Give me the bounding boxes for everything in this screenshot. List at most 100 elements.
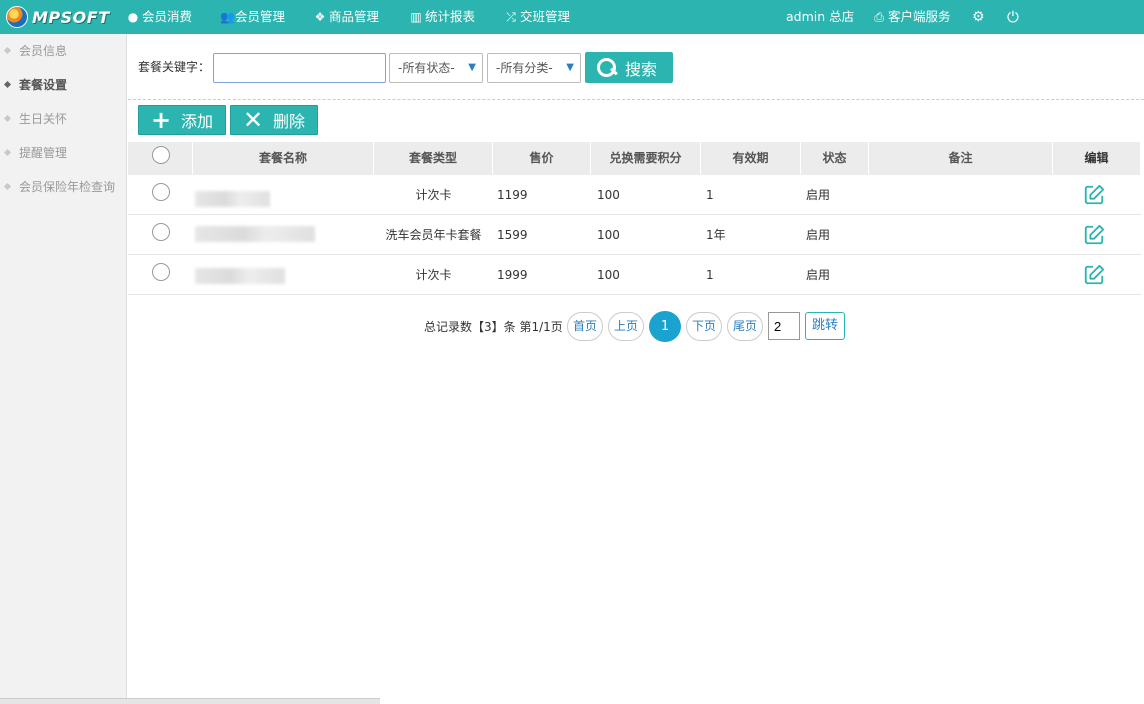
sidebar-item-birthday-care[interactable]: 生日关怀 bbox=[0, 109, 127, 129]
status-select-value: -所有状态- bbox=[398, 61, 455, 75]
gear-icon[interactable]: ⚙ bbox=[972, 0, 985, 34]
column-header-type[interactable]: 套餐类型 bbox=[374, 142, 493, 175]
page-jump-input[interactable] bbox=[768, 312, 800, 340]
logo-globe-icon bbox=[6, 6, 28, 28]
sidebar-item-package-settings[interactable]: 套餐设置 bbox=[0, 75, 127, 95]
column-header-edit: 编辑 bbox=[1053, 142, 1141, 175]
delete-button-label: 删除 bbox=[273, 112, 306, 131]
category-select[interactable]: -所有分类- ▼ bbox=[487, 53, 581, 83]
column-header-note[interactable]: 备注 bbox=[869, 142, 1053, 175]
sidebar-item-label: 套餐设置 bbox=[19, 78, 68, 92]
edit-icon[interactable] bbox=[1083, 264, 1105, 286]
sidebar-item-label: 会员保险年检查询 bbox=[19, 180, 116, 194]
divider bbox=[128, 99, 1144, 100]
status-cell: 启用 bbox=[806, 268, 831, 282]
logo-text: MPSOFT bbox=[32, 7, 110, 27]
category-select-value: -所有分类- bbox=[496, 61, 553, 75]
validity-cell: 1年 bbox=[706, 228, 726, 242]
printer-icon: ⎙ bbox=[874, 10, 884, 24]
nav-admin-store[interactable]: admin 总店 bbox=[786, 0, 854, 34]
bar-chart-icon: ▥ bbox=[410, 10, 422, 24]
column-header-price[interactable]: 售价 bbox=[493, 142, 591, 175]
diamond-bullet-icon bbox=[3, 46, 12, 55]
nav-label: 会员消费 bbox=[142, 9, 193, 24]
page-jump-button[interactable]: 跳转 bbox=[805, 312, 845, 340]
select-all-cell bbox=[128, 142, 193, 175]
nav-label: 会员管理 bbox=[235, 9, 286, 24]
top-navigation-bar: MPSOFT ● 会员消费 👥 会员管理 ❖ 商品管理 ▥ 统计报表 ⤮ 交班管… bbox=[0, 0, 1144, 34]
prev-page-button[interactable]: 上页 bbox=[608, 312, 644, 341]
search-keyword-label: 套餐关键字： bbox=[138, 60, 211, 74]
status-select[interactable]: -所有状态- ▼ bbox=[389, 53, 483, 83]
column-header-status[interactable]: 状态 bbox=[801, 142, 869, 175]
plus-icon: + bbox=[150, 106, 172, 134]
nav-shift-management[interactable]: ⤮ 交班管理 bbox=[505, 0, 570, 34]
edit-icon[interactable] bbox=[1083, 184, 1105, 206]
select-all-radio[interactable] bbox=[152, 146, 170, 164]
blurred-package-name bbox=[195, 226, 315, 242]
sidebar-item-label: 生日关怀 bbox=[19, 112, 68, 126]
price-cell: 1999 bbox=[497, 268, 528, 282]
first-page-button[interactable]: 首页 bbox=[567, 312, 603, 341]
search-button-label: 搜索 bbox=[625, 59, 658, 79]
add-button[interactable]: + 添加 bbox=[138, 105, 226, 135]
delete-button[interactable]: ✕ 删除 bbox=[230, 105, 318, 135]
cubes-icon: ❖ bbox=[314, 10, 326, 24]
table-row[interactable]: 洗车会员年卡套餐 1599 100 1年 启用 bbox=[128, 215, 1141, 255]
table-row[interactable]: 计次卡 1199 100 1 启用 bbox=[128, 175, 1141, 215]
shuffle-icon: ⤮ bbox=[506, 10, 516, 24]
next-page-button[interactable]: 下页 bbox=[686, 312, 722, 341]
nav-label: 交班管理 bbox=[520, 9, 571, 24]
power-icon[interactable]: ⏻ bbox=[1007, 0, 1019, 34]
add-button-label: 添加 bbox=[181, 112, 214, 131]
sidebar: 会员信息 套餐设置 生日关怀 提醒管理 会员保险年检查询 bbox=[0, 34, 127, 704]
blurred-package-name bbox=[195, 268, 285, 284]
table-row[interactable]: 计次卡 1999 100 1 启用 bbox=[128, 255, 1141, 295]
chevron-down-icon: ▼ bbox=[468, 62, 476, 73]
nav-label: 商品管理 bbox=[329, 9, 380, 24]
sidebar-item-label: 提醒管理 bbox=[19, 146, 68, 160]
current-page-button[interactable]: 1 bbox=[649, 311, 681, 342]
nav-member-consumption[interactable]: ● 会员消费 bbox=[127, 0, 192, 34]
nav-product-management[interactable]: ❖ 商品管理 bbox=[314, 0, 379, 34]
sidebar-item-insurance-inspection-query[interactable]: 会员保险年检查询 bbox=[0, 177, 127, 197]
nav-client-service[interactable]: ⎙ 客户端服务 bbox=[873, 0, 951, 34]
edit-icon[interactable] bbox=[1083, 224, 1105, 246]
diamond-bullet-icon bbox=[3, 80, 12, 89]
last-page-button[interactable]: 尾页 bbox=[727, 312, 763, 341]
row-select-radio[interactable] bbox=[152, 263, 170, 281]
sidebar-item-member-info[interactable]: 会员信息 bbox=[0, 41, 127, 61]
sidebar-item-label: 会员信息 bbox=[19, 44, 68, 58]
diamond-bullet-icon bbox=[3, 114, 12, 123]
nav-label: 统计报表 bbox=[425, 9, 476, 24]
search-keyword-input[interactable] bbox=[213, 53, 386, 83]
admin-label: admin 总店 bbox=[786, 9, 855, 24]
diamond-bullet-icon bbox=[3, 148, 12, 157]
sidebar-item-reminder-management[interactable]: 提醒管理 bbox=[0, 143, 127, 163]
column-header-points[interactable]: 兑换需要积分 bbox=[591, 142, 701, 175]
column-header-validity[interactable]: 有效期 bbox=[701, 142, 801, 175]
mpsoft-logo[interactable]: MPSOFT bbox=[6, 4, 110, 30]
horizontal-scrollbar[interactable] bbox=[0, 698, 380, 704]
chevron-down-icon: ▼ bbox=[566, 62, 574, 73]
package-type-cell: 计次卡 bbox=[415, 268, 452, 282]
points-cell: 100 bbox=[597, 268, 620, 282]
nav-member-management[interactable]: 👥 会员管理 bbox=[220, 0, 285, 34]
validity-cell: 1 bbox=[706, 268, 714, 282]
row-select-radio[interactable] bbox=[152, 183, 170, 201]
user-circle-icon: ● bbox=[127, 10, 139, 24]
points-cell: 100 bbox=[597, 228, 620, 242]
blurred-package-name bbox=[195, 191, 270, 207]
package-type-cell: 洗车会员年卡套餐 bbox=[385, 228, 482, 242]
diamond-bullet-icon bbox=[3, 182, 12, 191]
points-cell: 100 bbox=[597, 188, 620, 202]
search-button[interactable]: 搜索 bbox=[585, 52, 673, 83]
record-summary: 总记录数【3】条 第1/1页 bbox=[424, 320, 563, 334]
close-icon: ✕ bbox=[242, 106, 264, 134]
price-cell: 1599 bbox=[497, 228, 528, 242]
row-select-radio[interactable] bbox=[152, 223, 170, 241]
service-label: 客户端服务 bbox=[888, 9, 951, 24]
status-cell: 启用 bbox=[806, 228, 831, 242]
column-header-name[interactable]: 套餐名称 bbox=[193, 142, 374, 175]
nav-statistics-report[interactable]: ▥ 统计报表 bbox=[410, 0, 475, 34]
